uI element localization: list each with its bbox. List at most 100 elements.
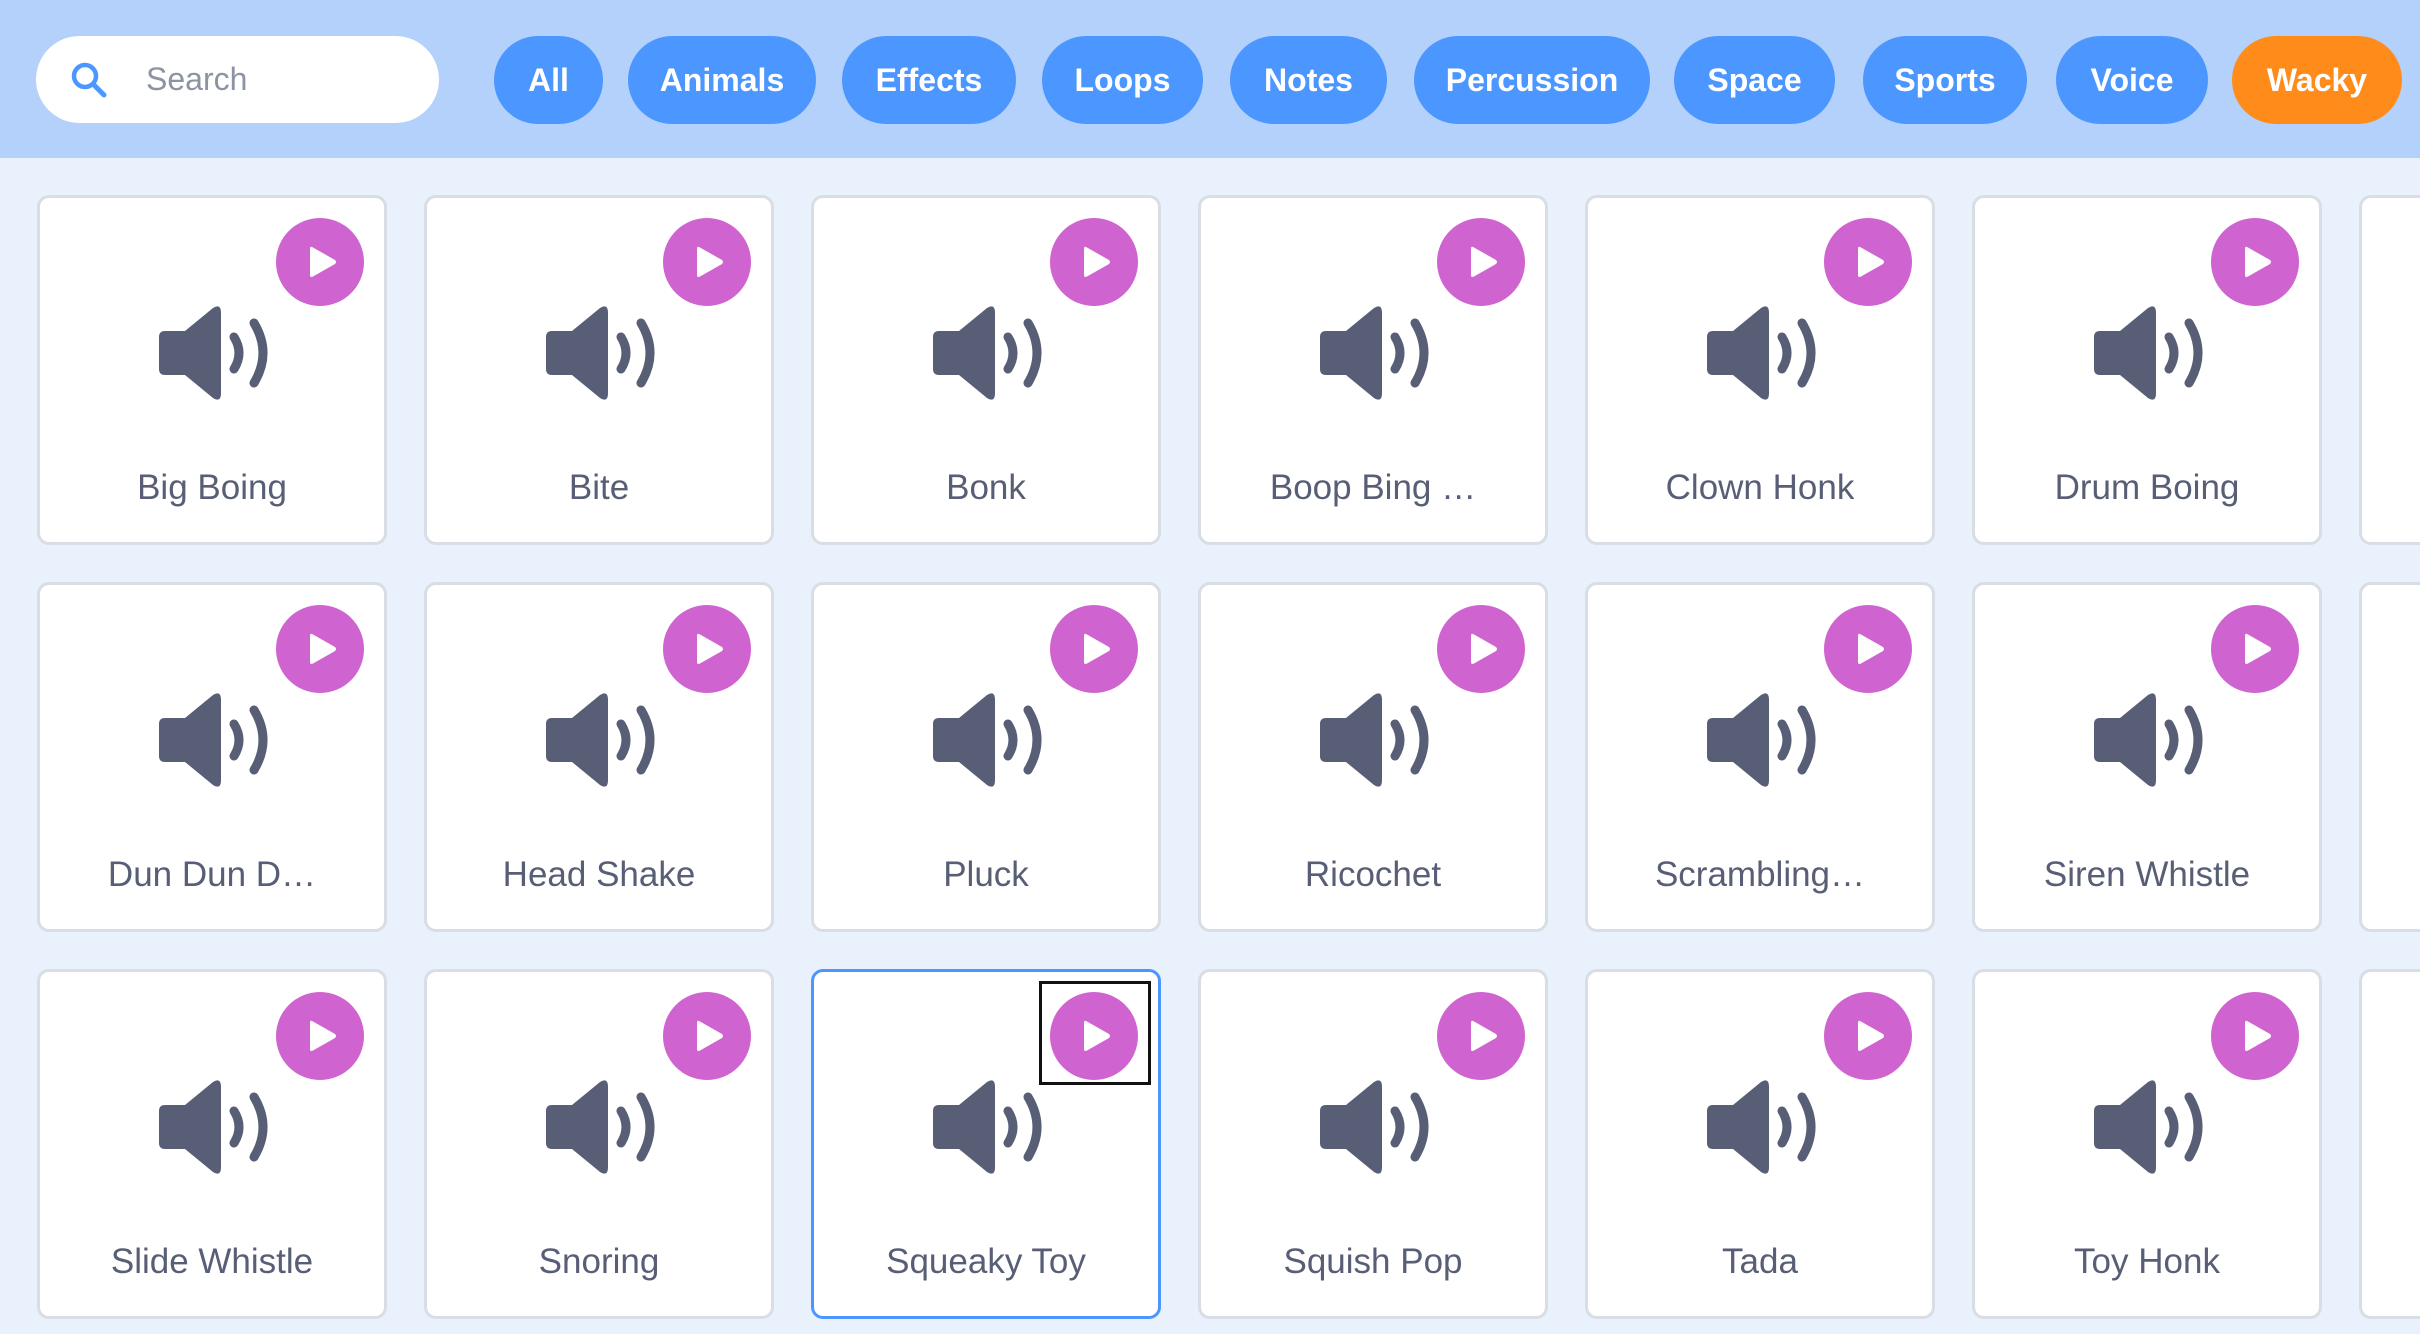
- play-icon: [2245, 246, 2271, 277]
- category-bar: All Animals Effects Loops Notes Percussion Spa…: [0, 0, 2420, 158]
- category-loops[interactable]: Loops: [1042, 36, 1203, 124]
- speaker-icon: [2094, 306, 2203, 400]
- sound-card[interactable]: Ricochet: [1198, 582, 1548, 932]
- sound-card[interactable]: Squish Pop: [1198, 969, 1548, 1319]
- play-button[interactable]: [1437, 218, 1525, 306]
- sound-card[interactable]: Tada: [1585, 969, 1935, 1319]
- sound-card[interactable]: Dun Dun D…: [37, 582, 387, 932]
- speaker-icon: [933, 306, 1042, 400]
- speaker-icon: [1320, 1080, 1429, 1174]
- speaker-icon: [2094, 1080, 2203, 1174]
- search-icon: [71, 62, 107, 98]
- category-voice[interactable]: Voice: [2056, 36, 2208, 124]
- speaker-icon: [2094, 693, 2203, 787]
- sound-card-partial[interactable]: [2359, 969, 2420, 1319]
- play-button[interactable]: [2211, 218, 2299, 306]
- speaker-icon: [159, 306, 268, 400]
- play-button[interactable]: [276, 605, 364, 693]
- sound-card[interactable]: Drum Boing: [1972, 195, 2322, 545]
- play-icon: [1858, 246, 1884, 277]
- play-icon: [1858, 1020, 1884, 1051]
- speaker-icon: [933, 693, 1042, 787]
- sound-card[interactable]: Slide Whistle: [37, 969, 387, 1319]
- sound-name: Snoring: [538, 1242, 660, 1281]
- sound-card[interactable]: Bonk: [811, 195, 1161, 545]
- play-button[interactable]: [276, 992, 364, 1080]
- sound-name: Siren Whistle: [2043, 855, 2251, 894]
- sound-name: Squish Pop: [1283, 1242, 1463, 1281]
- sound-card[interactable]: Toy Honk: [1972, 969, 2322, 1319]
- sound-card[interactable]: Clown Honk: [1585, 195, 1935, 545]
- sound-name: Scrambling…: [1654, 855, 1866, 894]
- sound-name: Pluck: [943, 855, 1029, 894]
- category-wacky[interactable]: Wacky: [2232, 36, 2402, 124]
- speaker-icon: [159, 693, 268, 787]
- sound-name: Ricochet: [1304, 855, 1442, 894]
- category-sports[interactable]: Sports: [1863, 36, 2027, 124]
- play-button[interactable]: [1824, 218, 1912, 306]
- sound-name: Bonk: [946, 468, 1026, 507]
- speaker-icon: [546, 306, 655, 400]
- play-button[interactable]: [2211, 992, 2299, 1080]
- speaker-icon: [1320, 306, 1429, 400]
- play-icon: [310, 246, 336, 277]
- sound-name: Squeaky Toy: [886, 1242, 1086, 1281]
- play-icon: [310, 1020, 336, 1051]
- play-button[interactable]: [1437, 605, 1525, 693]
- speaker-icon: [546, 1080, 655, 1174]
- sound-card[interactable]: Snoring: [424, 969, 774, 1319]
- category-percussion[interactable]: Percussion: [1414, 36, 1650, 124]
- play-icon: [1084, 633, 1110, 664]
- category-all[interactable]: All: [494, 36, 603, 124]
- sound-name: Bite: [568, 468, 630, 507]
- sound-name: Tada: [1722, 1242, 1798, 1281]
- sound-card-partial[interactable]: [2359, 582, 2420, 932]
- play-button[interactable]: [276, 218, 364, 306]
- category-animals[interactable]: Animals: [628, 36, 816, 124]
- sound-card[interactable]: Bite: [424, 195, 774, 545]
- category-notes[interactable]: Notes: [1230, 36, 1387, 124]
- sound-name: Clown Honk: [1665, 468, 1855, 507]
- play-button[interactable]: [1824, 992, 1912, 1080]
- play-button-focus-ring: [1039, 981, 1151, 1085]
- play-icon: [697, 246, 723, 277]
- play-button[interactable]: [1050, 218, 1138, 306]
- play-button[interactable]: [2211, 605, 2299, 693]
- category-effects[interactable]: Effects: [842, 36, 1016, 124]
- play-icon: [697, 1020, 723, 1051]
- sound-card[interactable]: Siren Whistle: [1972, 582, 2322, 932]
- sound-card[interactable]: Boop Bing …: [1198, 195, 1548, 545]
- sound-name: Slide Whistle: [110, 1242, 314, 1281]
- speaker-icon: [1707, 693, 1816, 787]
- play-icon: [1084, 246, 1110, 277]
- sound-card[interactable]: Head Shake: [424, 582, 774, 932]
- sound-card[interactable]: Squeaky Toy: [811, 969, 1161, 1319]
- sound-name: Dun Dun D…: [107, 855, 317, 894]
- play-icon: [1471, 1020, 1497, 1051]
- play-icon: [310, 633, 336, 664]
- sound-name: Toy Honk: [2074, 1242, 2220, 1281]
- play-icon: [1471, 633, 1497, 664]
- speaker-icon: [1707, 1080, 1816, 1174]
- play-icon: [2245, 1020, 2271, 1051]
- sound-card[interactable]: Big Boing: [37, 195, 387, 545]
- play-button[interactable]: [1050, 605, 1138, 693]
- speaker-icon: [1320, 693, 1429, 787]
- play-button[interactable]: [663, 605, 751, 693]
- sound-card[interactable]: Pluck: [811, 582, 1161, 932]
- sound-name: Drum Boing: [2054, 468, 2240, 507]
- play-button[interactable]: [1437, 992, 1525, 1080]
- play-button[interactable]: [663, 992, 751, 1080]
- play-icon: [2245, 633, 2271, 664]
- play-icon: [1858, 633, 1884, 664]
- search-input[interactable]: [146, 52, 416, 107]
- play-button[interactable]: [663, 218, 751, 306]
- sound-card-partial[interactable]: [2359, 195, 2420, 545]
- search-box[interactable]: [36, 36, 439, 123]
- play-icon: [697, 633, 723, 664]
- category-space[interactable]: Space: [1674, 36, 1835, 124]
- play-button[interactable]: [1824, 605, 1912, 693]
- sound-card[interactable]: Scrambling…: [1585, 582, 1935, 932]
- speaker-icon: [933, 1080, 1042, 1174]
- sound-library-grid: Big Boing Bite Bonk Boop Bing … Clown Ho…: [0, 158, 2420, 1334]
